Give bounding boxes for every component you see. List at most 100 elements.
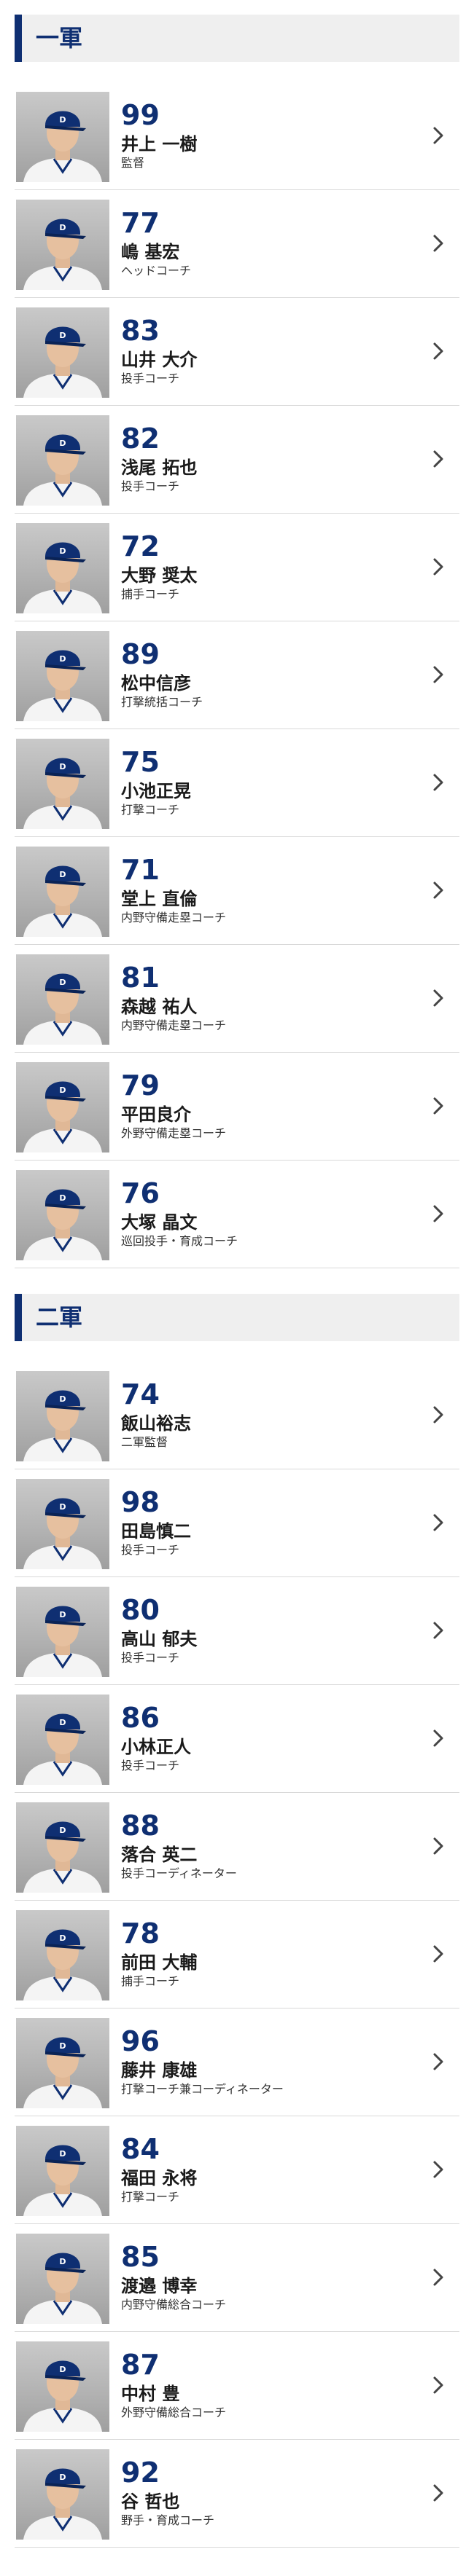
svg-text:D: D	[59, 1826, 66, 1835]
staff-row[interactable]: D 85 渡邉 博幸 内野守備総合コーチ	[15, 2224, 459, 2332]
staff-row[interactable]: D 74 飯山裕志 二軍監督	[15, 1362, 459, 1469]
uniform-number: 84	[121, 2133, 160, 2165]
chevron-right-icon[interactable]	[427, 1404, 449, 1426]
chevron-right-icon[interactable]	[427, 556, 449, 578]
staff-name: 田島慎二	[121, 1521, 191, 1542]
uniform-number: 88	[121, 1810, 160, 1842]
staff-row[interactable]: D 92 谷 哲也 野手・育成コーチ	[15, 2440, 459, 2548]
staff-name: 渡邉 博幸	[121, 2276, 198, 2296]
staff-role: 野手・育成コーチ	[121, 2513, 215, 2527]
chevron-right-icon[interactable]	[427, 1943, 449, 1965]
staff-row[interactable]: D 71 堂上 直倫 内野守備走塁コーチ	[15, 837, 459, 945]
staff-role: 捕手コーチ	[121, 587, 180, 601]
chevron-right-icon[interactable]	[427, 448, 449, 470]
uniform-number: 71	[121, 854, 160, 886]
staff-name: 嶋 基宏	[121, 242, 180, 262]
staff-row[interactable]: D 78 前田 大輔 捕手コーチ	[15, 1901, 459, 2008]
staff-role: 投手コーディネーター	[121, 1866, 237, 1880]
person-photo-icon: D	[16, 2126, 109, 2216]
chevron-right-icon[interactable]	[427, 1727, 449, 1749]
staff-row[interactable]: D 86 小林正人 投手コーチ	[15, 1685, 459, 1793]
chevron-right-icon[interactable]	[427, 664, 449, 686]
staff-row[interactable]: D 99 井上 一樹 監督	[15, 82, 459, 190]
chevron-right-icon[interactable]	[427, 2159, 449, 2180]
uniform-number: 96	[121, 2025, 160, 2057]
staff-row[interactable]: D 75 小池正晃 打撃コーチ	[15, 729, 459, 837]
chevron-right-icon[interactable]	[427, 1095, 449, 1117]
section-header-nigun: 二軍	[15, 1294, 459, 1341]
chevron-right-icon[interactable]	[427, 1619, 449, 1641]
chevron-right-icon[interactable]	[427, 1203, 449, 1225]
chevron-right-icon[interactable]	[427, 1512, 449, 1534]
chevron-right-icon[interactable]	[427, 771, 449, 793]
staff-row[interactable]: D 72 大野 奨太 捕手コーチ	[15, 514, 459, 621]
uniform-number: 76	[121, 1177, 160, 1209]
staff-row[interactable]: D 84 福田 永将 打撃コーチ	[15, 2116, 459, 2224]
chevron-right-icon[interactable]	[427, 2482, 449, 2504]
staff-row[interactable]: D 80 高山 郁夫 投手コーチ	[15, 1577, 459, 1685]
chevron-right-icon[interactable]	[427, 340, 449, 362]
staff-row[interactable]: D 79 平田良介 外野守備走塁コーチ	[15, 1053, 459, 1161]
person-photo-icon: D	[16, 1802, 109, 1893]
person-photo-icon: D	[16, 847, 109, 937]
svg-text:D: D	[59, 1502, 66, 1512]
person-photo-icon: D	[16, 523, 109, 613]
svg-text:D: D	[59, 2149, 66, 2159]
staff-row[interactable]: D 98 田島慎二 投手コーチ	[15, 1469, 459, 1577]
staff-name: 飯山裕志	[121, 1413, 191, 1434]
uniform-number: 89	[121, 638, 160, 670]
uniform-number: 85	[121, 2241, 160, 2273]
uniform-number: 82	[121, 423, 160, 455]
staff-row[interactable]: D 88 落合 英二 投手コーディネーター	[15, 1793, 459, 1901]
staff-row[interactable]: D 83 山井 大介 投手コーチ	[15, 298, 459, 406]
chevron-right-icon[interactable]	[427, 987, 449, 1009]
staff-role: 内野守備走塁コーチ	[121, 1018, 227, 1032]
staff-row[interactable]: D 76 大塚 晶文 巡回投手・育成コーチ	[15, 1161, 459, 1268]
chevron-right-icon[interactable]	[427, 879, 449, 901]
uniform-number: 78	[121, 1917, 160, 1949]
uniform-number: 74	[121, 1378, 160, 1410]
svg-text:D: D	[59, 1085, 66, 1095]
uniform-number: 98	[121, 1486, 160, 1518]
staff-role: 外野守備走塁コーチ	[121, 1126, 227, 1140]
staff-name: 小池正晃	[121, 781, 191, 801]
staff-role: 外野守備総合コーチ	[121, 2406, 227, 2419]
svg-text:D: D	[59, 223, 66, 232]
chevron-right-icon[interactable]	[427, 2266, 449, 2288]
svg-text:D: D	[59, 1193, 66, 1203]
staff-row[interactable]: D 77 嶋 基宏 ヘッドコーチ	[15, 190, 459, 298]
uniform-number: 81	[121, 962, 160, 994]
staff-row[interactable]: D 81 森越 祐人 内野守備走塁コーチ	[15, 945, 459, 1053]
staff-row[interactable]: D 96 藤井 康雄 打撃コーチ兼コーディネーター	[15, 2008, 459, 2116]
chevron-right-icon[interactable]	[427, 2374, 449, 2396]
staff-name: 浅尾 拓也	[121, 458, 198, 478]
staff-list-ichigun: D 99 井上 一樹 監督 D 77 嶋 基宏 ヘッドコーチ D 83 山井 大…	[0, 82, 474, 1268]
person-photo-icon: D	[16, 739, 109, 829]
svg-text:D: D	[59, 762, 66, 771]
staff-row[interactable]: D 82 浅尾 拓也 投手コーチ	[15, 406, 459, 514]
staff-row[interactable]: D 87 中村 豊 外野守備総合コーチ	[15, 2332, 459, 2440]
person-photo-icon: D	[16, 1695, 109, 1785]
person-photo-icon: D	[16, 1170, 109, 1260]
person-photo-icon: D	[16, 2234, 109, 2324]
svg-text:D: D	[59, 546, 66, 556]
staff-row[interactable]: D 89 松中信彦 打撃統括コーチ	[15, 621, 459, 729]
staff-name: 大塚 晶文	[121, 1212, 198, 1233]
staff-role: 投手コーチ	[121, 1651, 180, 1665]
chevron-right-icon[interactable]	[427, 2051, 449, 2073]
chevron-right-icon[interactable]	[427, 125, 449, 146]
person-photo-icon: D	[16, 1587, 109, 1677]
uniform-number: 72	[121, 530, 160, 562]
staff-role: 打撃統括コーチ	[121, 695, 203, 709]
svg-text:D: D	[59, 654, 66, 664]
staff-name: 森越 祐人	[121, 997, 198, 1017]
staff-role: 打撃コーチ兼コーディネーター	[121, 2082, 284, 2096]
svg-text:D: D	[59, 331, 66, 340]
uniform-number: 92	[121, 2457, 160, 2489]
person-photo-icon: D	[16, 954, 109, 1045]
person-photo-icon: D	[16, 2018, 109, 2108]
chevron-right-icon[interactable]	[427, 232, 449, 254]
staff-name: 堂上 直倫	[121, 889, 198, 909]
chevron-right-icon[interactable]	[427, 1835, 449, 1857]
staff-role: 巡回投手・育成コーチ	[121, 1234, 238, 1248]
